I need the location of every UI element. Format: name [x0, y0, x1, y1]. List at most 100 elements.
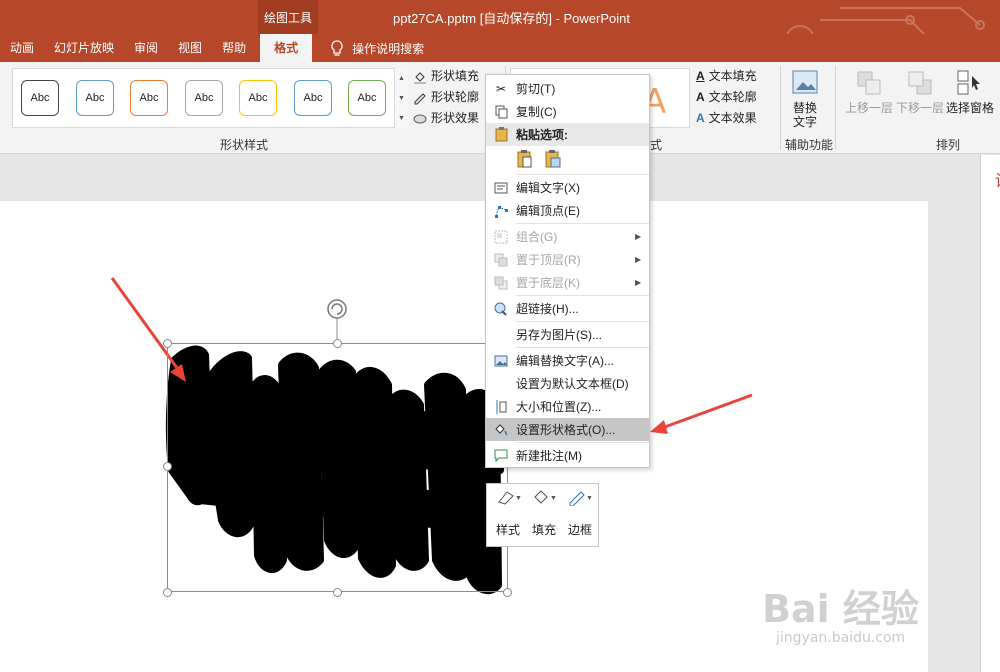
- selection-box: [167, 343, 508, 592]
- style-swatch-6[interactable]: Abc: [294, 80, 332, 116]
- resize-handle-nw[interactable]: [163, 339, 172, 348]
- menu-item-edit-alt-text[interactable]: 编辑替换文字(A)...: [486, 349, 649, 372]
- shape-styles-gallery: Abc Abc Abc Abc Abc Abc Abc: [12, 68, 408, 128]
- menu-item-hyperlink[interactable]: 超链接(H)...: [486, 297, 649, 320]
- comment-icon: [486, 449, 516, 462]
- menu-divider: [516, 223, 649, 224]
- tab-view[interactable]: 视图: [168, 34, 212, 62]
- resize-handle-s[interactable]: [333, 588, 342, 597]
- tell-me-search[interactable]: 操作说明搜索: [330, 40, 424, 57]
- tab-format[interactable]: 格式: [260, 34, 313, 62]
- group-icon: [486, 230, 516, 244]
- menu-item-edit-points[interactable]: 编辑顶点(E): [486, 199, 649, 222]
- mini-outline-button[interactable]: ▼ 边框: [563, 488, 597, 538]
- alt-text-line2: 文字: [792, 115, 817, 129]
- alt-text-icon: [792, 70, 818, 94]
- paste-picture-icon[interactable]: [544, 149, 562, 172]
- menu-item-bring-to-front[interactable]: 置于顶层(R) ▶: [486, 248, 649, 271]
- shape-fill-button[interactable]: 形状填充: [413, 66, 479, 87]
- text-outline-button[interactable]: A 文本轮廓: [696, 87, 757, 108]
- send-backward-button[interactable]: 下移一层: [896, 68, 944, 115]
- style-swatch-4[interactable]: Abc: [185, 80, 223, 116]
- accessibility-group-label: 辅助功能: [785, 138, 834, 152]
- shape-style-icon: ▼: [498, 491, 522, 505]
- svg-text:▼: ▼: [586, 495, 593, 502]
- wordart-group-label: 式: [650, 138, 663, 152]
- menu-item-set-default-textbox[interactable]: 设置为默认文本框(D): [486, 372, 649, 395]
- shape-effects-button[interactable]: 形状效果: [413, 108, 479, 129]
- shape-fill-label: 形状填充: [431, 69, 480, 83]
- menu-item-label: 剪切(T): [516, 82, 556, 96]
- menu-item-label: 置于底层(K): [516, 276, 580, 290]
- menu-item-group[interactable]: 组合(G) ▶: [486, 225, 649, 248]
- shape-outline-button[interactable]: 形状轮廓: [413, 87, 479, 108]
- text-effects-icon: A: [696, 111, 705, 125]
- mini-toolbar: ▼ 样式 ▼ 填充 ▼ 边框: [486, 483, 599, 547]
- paste-keep-format-icon[interactable]: [516, 149, 534, 172]
- mini-style-button[interactable]: ▼ 样式: [491, 488, 525, 538]
- menu-item-size-position[interactable]: 大小和位置(Z)...: [486, 395, 649, 418]
- menu-item-label: 设置为默认文本框(D): [516, 377, 629, 391]
- clipboard-icon: [486, 127, 516, 142]
- tab-review[interactable]: 审阅: [124, 34, 168, 62]
- menu-item-format-shape[interactable]: 设置形状格式(O)...: [486, 418, 649, 441]
- tab-animations[interactable]: 动画: [0, 34, 44, 62]
- svg-text:▼: ▼: [515, 495, 521, 502]
- menu-item-edit-text[interactable]: 编辑文字(X): [486, 176, 649, 199]
- hyperlink-icon: [486, 302, 516, 316]
- edit-text-icon: [486, 182, 516, 194]
- bring-forward-button[interactable]: 上移一层: [845, 68, 893, 115]
- menu-item-label: 大小和位置(Z)...: [516, 400, 602, 414]
- ribbon-tabs: 动画 幻灯片放映 审阅 视图 帮助 格式 操作说明搜索: [0, 34, 1000, 62]
- tab-help[interactable]: 帮助: [212, 34, 256, 62]
- divider: [835, 66, 836, 150]
- menu-item-new-comment[interactable]: 新建批注(M): [486, 444, 649, 467]
- text-fill-icon: A: [696, 69, 705, 83]
- resize-handle-w[interactable]: [163, 462, 172, 471]
- window-title: ppt27CA.pptm [自动保存的] - PowerPoint: [393, 11, 630, 26]
- copy-icon: [486, 105, 516, 119]
- mini-style-label: 样式: [495, 523, 520, 537]
- style-swatch-1[interactable]: Abc: [21, 80, 59, 116]
- watermark-url: jingyan.baidu.com: [776, 630, 906, 646]
- resize-handle-n[interactable]: [333, 339, 342, 348]
- chevron-down-icon[interactable]: ▼: [398, 95, 405, 102]
- paint-bucket-icon: ▼: [534, 490, 557, 504]
- alt-text-line1: 替换: [792, 101, 817, 115]
- mini-fill-button[interactable]: ▼ 填充: [527, 488, 561, 538]
- watermark-logo: Bai 经验: [762, 587, 919, 631]
- menu-item-send-to-back[interactable]: 置于底层(K) ▶: [486, 271, 649, 294]
- alt-text-button[interactable]: 替换 文字: [790, 68, 820, 129]
- bring-forward-label: 上移一层: [845, 101, 894, 115]
- menu-item-copy[interactable]: 复制(C): [486, 100, 649, 123]
- scissors-icon: ✂: [495, 81, 507, 96]
- menu-item-label: 编辑文字(X): [516, 181, 580, 195]
- style-swatch-5[interactable]: Abc: [239, 80, 277, 116]
- menu-item-cut[interactable]: ✂ 剪切(T): [486, 77, 649, 100]
- bring-to-front-icon: [486, 253, 516, 267]
- menu-item-label: 超链接(H)...: [516, 302, 579, 316]
- menu-divider: [516, 295, 649, 296]
- text-fill-button[interactable]: A 文本填充: [696, 66, 757, 87]
- menu-header-paste-options: 粘贴选项:: [486, 123, 649, 146]
- menu-item-label: 置于顶层(R): [516, 253, 581, 267]
- menu-item-label: 粘贴选项:: [516, 128, 568, 142]
- menu-item-label: 编辑顶点(E): [516, 204, 580, 218]
- menu-item-save-as-picture[interactable]: 另存为图片(S)...: [486, 323, 649, 346]
- style-swatch-2[interactable]: Abc: [76, 80, 114, 116]
- text-effects-button[interactable]: A 文本效果: [696, 108, 757, 129]
- alt-text-picture-icon: [486, 355, 516, 367]
- more-icon[interactable]: ▼: [398, 115, 405, 122]
- gallery-scroll[interactable]: ▲ ▼ ▼: [394, 68, 408, 128]
- selection-pane-button[interactable]: 选择窗格: [946, 68, 994, 115]
- style-swatch-7[interactable]: Abc: [348, 80, 386, 116]
- resize-handle-sw[interactable]: [163, 588, 172, 597]
- pencil-icon: [414, 92, 426, 104]
- style-swatch-3[interactable]: Abc: [130, 80, 168, 116]
- tab-slideshow[interactable]: 幻灯片放映: [44, 34, 124, 62]
- chevron-up-icon[interactable]: ▲: [398, 75, 405, 82]
- mini-fill-label: 填充: [531, 523, 556, 537]
- resize-handle-se[interactable]: [503, 588, 512, 597]
- menu-item-label: 设置形状格式(O)...: [516, 423, 616, 437]
- tell-me-label: 操作说明搜索: [352, 41, 425, 56]
